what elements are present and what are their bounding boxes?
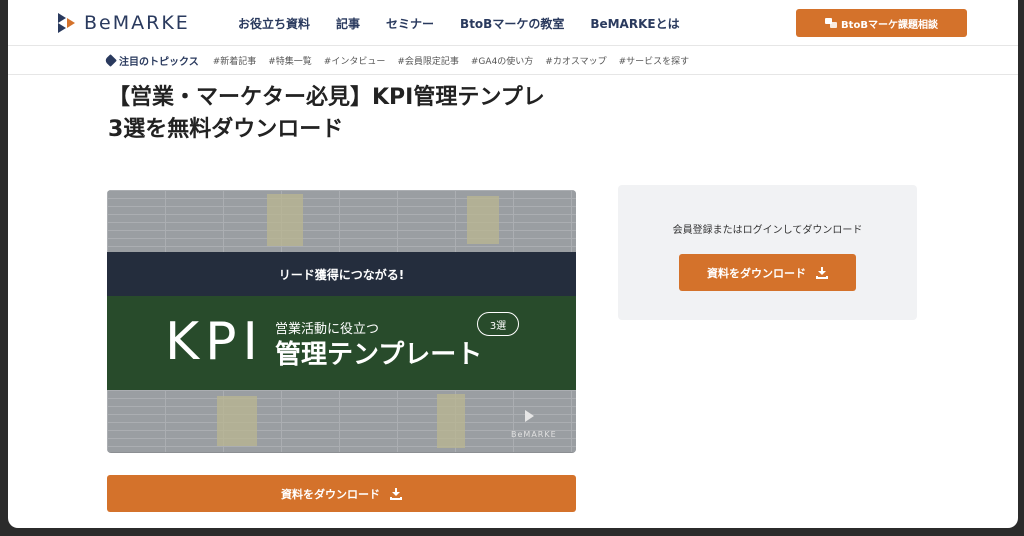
page-title-line1: 【営業・マーケター必見】KPI管理テンプレ: [108, 85, 545, 110]
thumbnail-hero: KPI 営業活動に役立つ 管理テンプレート 3選: [107, 296, 576, 390]
logo-text: BeMARKE: [84, 12, 190, 34]
topic-tag[interactable]: #インタビュー: [324, 54, 386, 67]
thumbnail-banner: リード獲得につながる!: [107, 252, 576, 296]
spreadsheet-image-top: [107, 190, 576, 252]
download-button-label: 資料をダウンロード: [281, 487, 380, 501]
play-icon: [525, 410, 534, 422]
topic-tag[interactable]: #サービスを探す: [619, 54, 690, 67]
nav-item-articles[interactable]: 記事: [336, 15, 360, 32]
logo-mark-icon: [56, 12, 78, 34]
topics-bar: 注目のトピックス #新着記事 #特集一覧 #インタビュー #会員限定記事 #GA…: [8, 47, 1018, 75]
thumbnail-badge: 3選: [477, 312, 519, 336]
page-title-line2: 3選を無料ダウンロード: [108, 117, 344, 142]
consult-button[interactable]: BtoBマーケ課題相談: [796, 9, 967, 37]
spreadsheet-image-bottom: [107, 390, 576, 452]
side-download-button[interactable]: 資料をダウンロード: [679, 254, 856, 291]
thumbnail-sub-text: 営業活動に役立つ: [275, 322, 380, 337]
thumbnail-main-text: 管理テンプレート: [275, 340, 483, 370]
nav-item-classroom[interactable]: BtoBマーケの教室: [460, 15, 564, 32]
thumbnail-watermark: BeMARKE: [511, 430, 557, 439]
download-icon: [816, 266, 828, 279]
topic-tag[interactable]: #新着記事: [213, 54, 257, 67]
login-prompt-text: 会員登録またはログインしてダウンロード: [672, 225, 863, 236]
browser-frame: BeMARKE お役立ち資料 記事 セミナー BtoBマーケの教室 BeMARK…: [8, 0, 1018, 528]
side-download-button-label: 資料をダウンロード: [707, 266, 806, 280]
topic-tag[interactable]: #会員限定記事: [397, 54, 459, 67]
tag-icon: [104, 54, 117, 67]
logo[interactable]: BeMARKE: [56, 12, 190, 34]
thumbnail-kpi-text: KPI: [165, 312, 264, 372]
nav-item-seminars[interactable]: セミナー: [386, 15, 434, 32]
chat-icon: [825, 18, 838, 28]
topic-tag[interactable]: #GA4の使い方: [471, 54, 533, 67]
topics-label: 注目のトピックス: [104, 53, 199, 68]
nav-item-about[interactable]: BeMARKEとは: [590, 15, 679, 32]
topic-tag[interactable]: #特集一覧: [268, 54, 312, 67]
topic-tag[interactable]: #カオスマップ: [545, 54, 606, 67]
site-header: BeMARKE お役立ち資料 記事 セミナー BtoBマーケの教室 BeMARK…: [8, 0, 1018, 46]
main-nav: お役立ち資料 記事 セミナー BtoBマーケの教室 BeMARKEとは: [238, 0, 706, 46]
nav-item-resources[interactable]: お役立ち資料: [238, 15, 310, 32]
page-title: 【営業・マーケター必見】KPI管理テンプレ 3選を無料ダウンロード: [108, 82, 588, 146]
topics-label-text: 注目のトピックス: [119, 57, 199, 68]
consult-button-label: BtoBマーケ課題相談: [841, 19, 938, 31]
download-icon: [390, 487, 402, 500]
download-button[interactable]: 資料をダウンロード: [107, 475, 576, 512]
resource-thumbnail: リード獲得につながる! KPI 営業活動に役立つ 管理テンプレート 3選 BeM…: [107, 190, 576, 453]
download-side-box: 会員登録またはログインしてダウンロード 資料をダウンロード: [618, 185, 917, 320]
